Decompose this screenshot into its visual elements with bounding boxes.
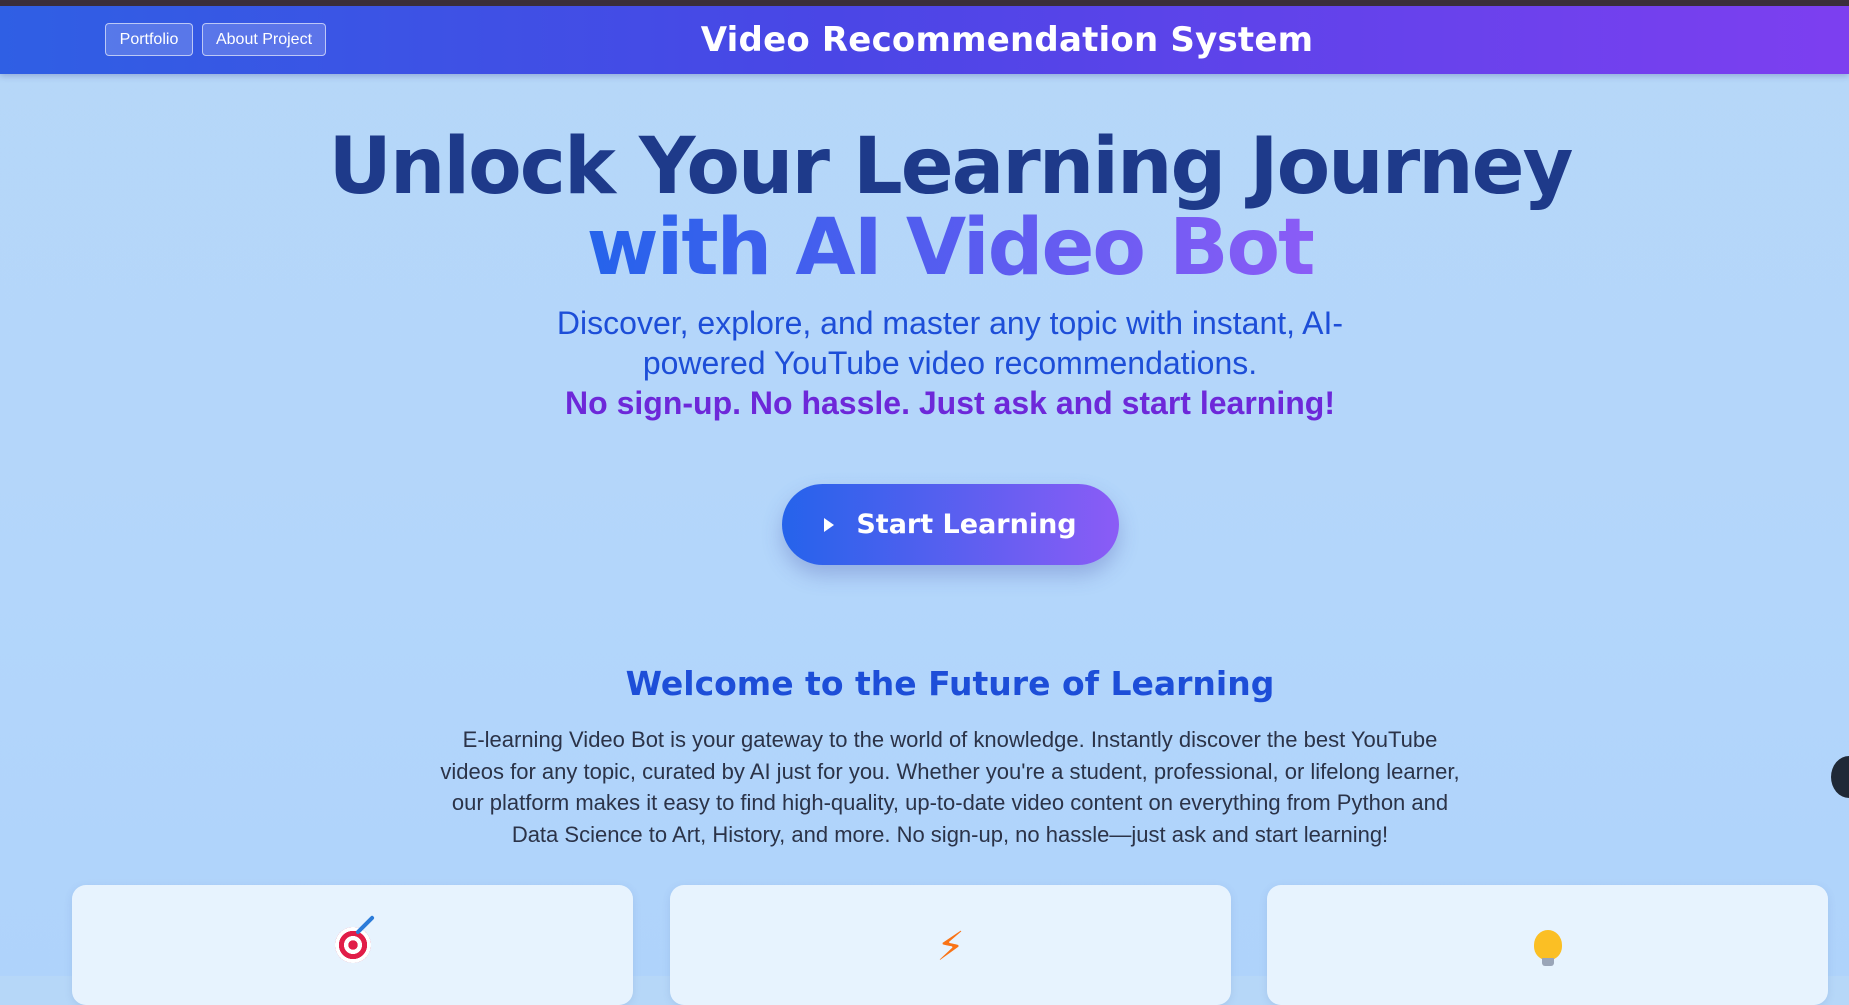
welcome-description: E-learning Video Bot is your gateway to … bbox=[440, 727, 1460, 847]
target-icon bbox=[334, 927, 371, 963]
feature-card bbox=[72, 885, 633, 1005]
feature-card: ⚡ bbox=[670, 885, 1231, 1005]
welcome-heading: Welcome to the Future of Learning bbox=[625, 664, 1275, 703]
play-icon bbox=[824, 517, 835, 532]
chat-launcher-button[interactable] bbox=[1831, 756, 1849, 798]
hero-subtitle-line2: powered YouTube video recommendations. bbox=[642, 345, 1258, 381]
hero-subtitle-line1: Discover, explore, and master any topic … bbox=[556, 305, 1344, 341]
feature-card bbox=[1267, 885, 1828, 1005]
start-learning-label: Start Learning bbox=[856, 509, 1077, 540]
hero-headline-line1: Unlock Your Learning Journey bbox=[328, 122, 1574, 212]
portfolio-button[interactable]: Portfolio bbox=[105, 23, 193, 56]
top-navbar: Video Recommendation System Portfolio Ab… bbox=[0, 6, 1849, 74]
lightning-icon: ⚡ bbox=[936, 924, 965, 970]
hero-headline-gradient: with AI Video Bot bbox=[586, 203, 1316, 293]
start-learning-button[interactable]: Start Learning bbox=[782, 484, 1119, 565]
about-project-button[interactable]: About Project bbox=[202, 23, 326, 56]
hero-tagline: No sign-up. No hassle. Just ask and star… bbox=[565, 385, 1335, 421]
hero-headline-line2: with AI Video Bot bbox=[0, 203, 1849, 293]
lightbulb-icon bbox=[1533, 930, 1562, 966]
